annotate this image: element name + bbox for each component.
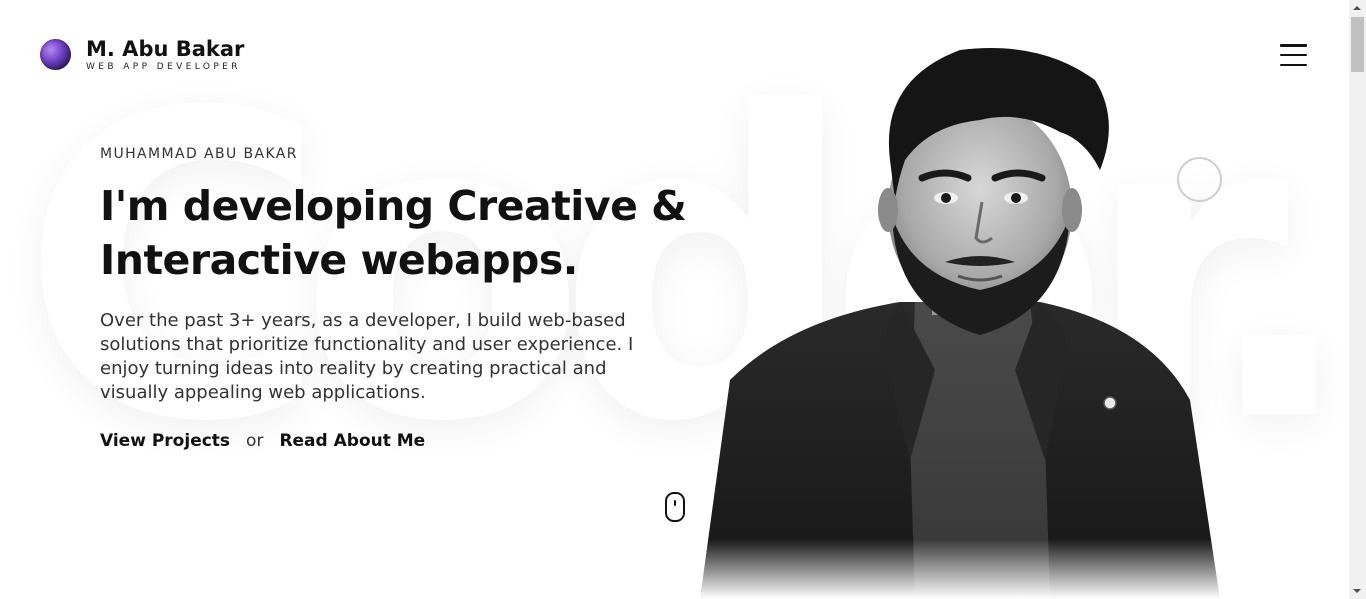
menu-bar [1280,44,1307,47]
menu-bar [1280,53,1307,57]
profile-photo [700,48,1220,599]
mouse-wheel [674,500,676,506]
read-about-me-link[interactable]: Read About Me [279,431,425,451]
cta-separator: or [246,431,264,451]
headline-line-2: Interactive webapps. [100,236,578,284]
hero-section: MUHAMMAD ABU BAKAR I'm developing Creati… [100,146,700,451]
brand-name: M. Abu Bakar [86,37,245,61]
brand-text: M. Abu Bakar WEB APP DEVELOPER [86,37,244,72]
view-projects-link[interactable]: View Projects [100,431,230,451]
brand[interactable]: M. Abu Bakar WEB APP DEVELOPER [40,37,244,72]
vertical-scrollbar[interactable] [1349,0,1366,599]
hero-ctas: View Projects or Read About Me [100,431,700,451]
brand-role: WEB APP DEVELOPER [86,62,241,72]
brand-logo [40,39,71,70]
scroll-down-arrow-icon[interactable] [1353,589,1361,593]
hero-headline: I'm developing Creative & Interactive we… [100,179,700,287]
hero-description: Over the past 3+ years, as a developer, … [100,310,634,403]
headline-line-1: I'm developing Creative & [100,182,687,230]
hamburger-menu-icon[interactable] [1280,44,1307,66]
decorative-circle [1177,157,1222,202]
page: Coder. M. Abu Bakar WEB APP DEVELOPER MU… [0,0,1366,599]
scroll-up-arrow-icon[interactable] [1353,6,1361,10]
hero-eyebrow: MUHAMMAD ABU BAKAR [100,146,298,162]
scrollbar-thumb[interactable] [1351,17,1364,72]
mouse-scroll-icon[interactable] [665,492,685,522]
menu-bar [1280,63,1307,66]
